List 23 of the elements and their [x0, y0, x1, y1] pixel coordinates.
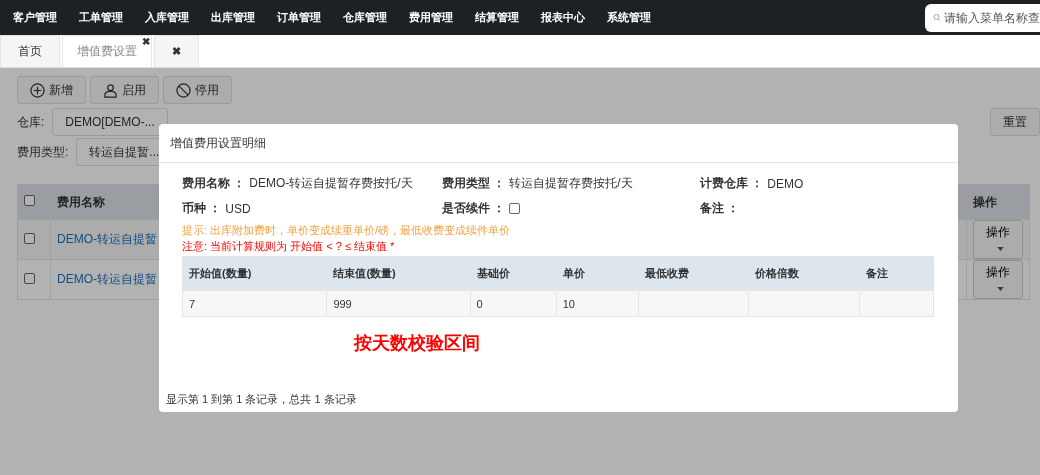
- table-cell: 999: [333, 297, 352, 310]
- column-header: 最低收费: [638, 256, 749, 291]
- pagination-info: 显示第 1 到第 1 条记录，总共 1 条记录: [166, 392, 358, 407]
- hint-text: 提示: 出库附加费时，单价变成续重单价/磅，最低收费变成续件单价: [182, 223, 512, 238]
- field-label: 备注 ：: [700, 200, 740, 217]
- table-cell: 7: [189, 297, 196, 310]
- annotation-text: 按天数校验区间: [354, 332, 481, 355]
- column-header: 价格倍数: [748, 256, 860, 291]
- field-value: USD: [225, 201, 251, 216]
- table-cell: 0: [476, 297, 483, 310]
- column-header: 备注: [859, 256, 934, 291]
- dialog-title: 增值费用设置明细: [170, 134, 266, 152]
- column-header: 开始值(数量): [182, 256, 327, 291]
- column-header: 基础价: [470, 256, 557, 291]
- table-cell: 10: [562, 297, 575, 310]
- column-header: 操作: [966, 184, 1030, 220]
- note-text: 注意: 当前计算规则为 开始值 < ? ≤ 结束值 *: [182, 239, 396, 254]
- filter-label: 仓库:: [17, 113, 45, 131]
- filter-label: 费用类型:: [17, 143, 69, 161]
- column-header: 单价: [556, 256, 639, 291]
- field-label: 是否续件 ：: [442, 200, 506, 217]
- field-label: 币种 ：: [182, 200, 222, 217]
- column-header: 结束值(数量): [326, 256, 471, 291]
